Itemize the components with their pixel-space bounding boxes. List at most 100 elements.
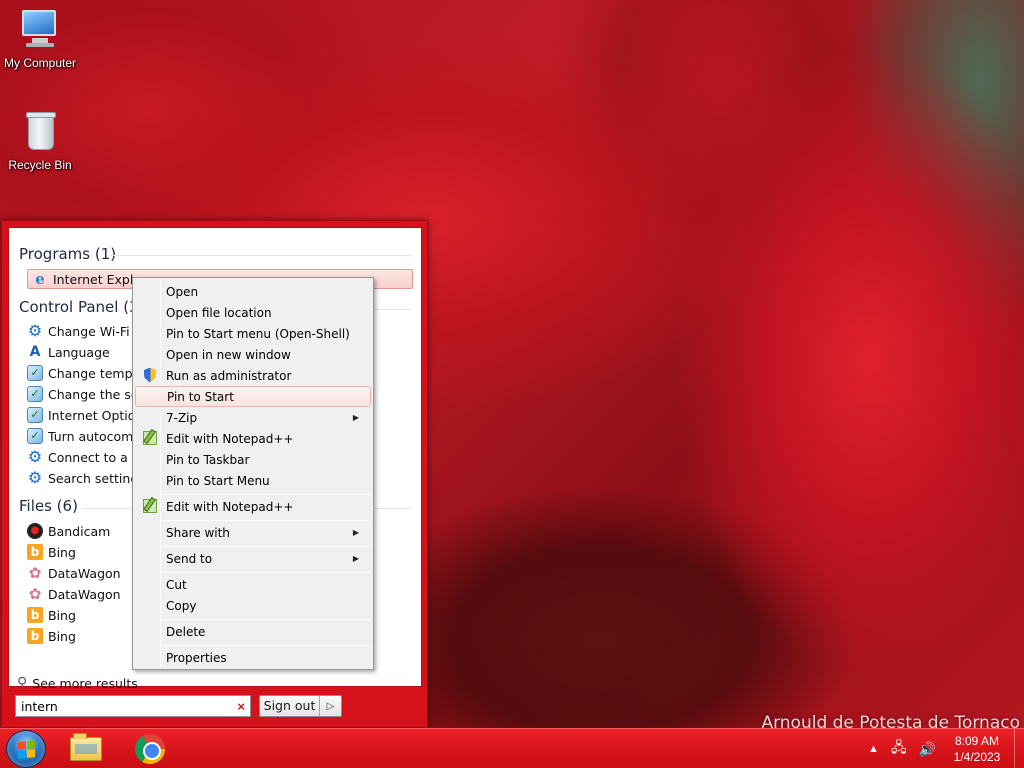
control-panel-icon: ✓ xyxy=(27,407,43,423)
uac-shield-icon xyxy=(142,367,158,383)
show-desktop-button[interactable] xyxy=(1014,729,1024,768)
notepad-plus-plus-icon xyxy=(142,498,158,514)
menu-item-label: Cut xyxy=(166,577,187,592)
network-icon[interactable]: 🖧 xyxy=(891,737,907,761)
datawagon-icon: ✿ xyxy=(28,585,42,603)
menu-separator xyxy=(163,520,370,521)
chrome-icon xyxy=(135,734,165,764)
control-panel-icon: ✓ xyxy=(27,428,43,444)
volume-icon[interactable]: 🔊 xyxy=(919,741,936,758)
menu-item-pin-start-menu-open-shell[interactable]: Pin to Start menu (Open-Shell) xyxy=(135,323,371,344)
menu-item-label: Open xyxy=(166,284,199,299)
menu-item-open-new-window[interactable]: Open in new window xyxy=(135,344,371,365)
files-heading: Files (6) xyxy=(19,497,78,515)
submenu-arrow-icon: ▶ xyxy=(352,413,359,422)
see-more-label: See more results xyxy=(32,675,138,691)
menu-item-open-file-location[interactable]: Open file location xyxy=(135,302,371,323)
shutdown-options-arrow-icon[interactable]: ▷ xyxy=(320,701,341,712)
result-label: Bing xyxy=(48,628,76,644)
system-tray: ▲ 🖧 🔊 8:09 AM 1/4/2023 xyxy=(862,729,1024,768)
menu-item-edit-notepad-plus-plus[interactable]: Edit with Notepad++ xyxy=(135,496,371,517)
result-label: Bandicam xyxy=(48,523,111,539)
context-menu: Open Open file location Pin to Start men… xyxy=(132,277,374,670)
result-label: Bing xyxy=(48,607,76,623)
menu-item-delete[interactable]: Delete xyxy=(135,621,371,642)
programs-heading: Programs (1) xyxy=(19,245,117,263)
sign-out-button[interactable]: Sign out xyxy=(260,696,320,716)
gear-icon: ⚙ xyxy=(27,468,43,487)
menu-item-label: Share with xyxy=(166,525,230,540)
computer-icon xyxy=(18,8,62,52)
search-icon: ⚲ xyxy=(17,675,28,691)
gear-icon: ⚙ xyxy=(27,447,43,466)
menu-item-label: Run as administrator xyxy=(166,368,292,383)
desktop-icon-label: Recycle Bin xyxy=(8,158,72,172)
menu-item-cut[interactable]: Cut xyxy=(135,574,371,595)
start-search-box[interactable]: × xyxy=(15,695,251,717)
menu-item-open[interactable]: Open xyxy=(135,281,371,302)
search-input[interactable] xyxy=(21,698,238,714)
notepad-plus-plus-icon xyxy=(142,430,158,446)
recycle-bin-icon xyxy=(18,110,62,154)
bandicam-icon: ● xyxy=(27,523,43,539)
menu-item-pin-to-start[interactable]: Pin to Start xyxy=(135,386,371,407)
menu-item-pin-to-start-menu[interactable]: Pin to Start Menu xyxy=(135,470,371,491)
clock-time: 8:09 AM xyxy=(954,734,1000,748)
menu-separator xyxy=(163,494,370,495)
internet-explorer-icon: e xyxy=(35,270,45,288)
bing-icon: b xyxy=(27,628,43,644)
result-label: DataWagon xyxy=(48,586,121,602)
control-panel-icon: ✓ xyxy=(27,386,43,402)
result-label: Language xyxy=(48,344,110,360)
menu-item-label: Delete xyxy=(166,624,206,639)
submenu-arrow-icon: ▶ xyxy=(352,554,359,563)
result-label: Search settings xyxy=(48,470,145,486)
menu-item-pin-to-taskbar[interactable]: Pin to Taskbar xyxy=(135,449,371,470)
taskbar-file-explorer[interactable] xyxy=(64,732,108,766)
desktop-icon-recycle-bin[interactable]: Recycle Bin xyxy=(0,110,80,172)
menu-item-label: Copy xyxy=(166,598,197,613)
control-panel-icon: ✓ xyxy=(27,365,43,381)
menu-item-7zip[interactable]: 7-Zip ▶ xyxy=(135,407,371,428)
taskbar-chrome[interactable] xyxy=(128,732,172,766)
menu-item-send-to[interactable]: Send to ▶ xyxy=(135,548,371,569)
clock[interactable]: 8:09 AM 1/4/2023 xyxy=(942,733,1012,765)
language-icon: A xyxy=(29,344,41,360)
desktop-icon-label: My Computer xyxy=(3,56,77,70)
windows-logo-icon xyxy=(18,740,36,759)
menu-item-label: Edit with Notepad++ xyxy=(166,431,294,446)
submenu-arrow-icon: ▶ xyxy=(352,528,359,537)
clock-date: 1/4/2023 xyxy=(953,750,1001,764)
desktop-icon-my-computer[interactable]: My Computer xyxy=(0,8,80,70)
see-more-results-link[interactable]: ⚲ See more results xyxy=(17,675,138,691)
result-label: DataWagon xyxy=(48,565,121,581)
menu-item-run-as-administrator[interactable]: Run as administrator xyxy=(135,365,371,386)
menu-separator xyxy=(163,546,370,547)
menu-item-edit-notepad-plus-plus[interactable]: Edit with Notepad++ xyxy=(135,428,371,449)
menu-item-label: Pin to Start xyxy=(167,389,234,404)
menu-item-label: Open file location xyxy=(166,305,272,320)
divider xyxy=(109,255,411,256)
clear-search-icon[interactable]: × xyxy=(237,699,245,714)
menu-item-label: Pin to Start Menu xyxy=(166,473,270,488)
menu-item-share-with[interactable]: Share with ▶ xyxy=(135,522,371,543)
menu-separator xyxy=(163,619,370,620)
datawagon-icon: ✿ xyxy=(28,564,42,582)
menu-item-copy[interactable]: Copy xyxy=(135,595,371,616)
menu-item-label: Properties xyxy=(166,650,227,665)
result-label: Bing xyxy=(48,544,76,560)
sign-out-split-button[interactable]: Sign out ▷ xyxy=(259,695,342,717)
menu-item-label: Send to xyxy=(166,551,213,566)
gear-icon: ⚙ xyxy=(27,321,43,340)
taskbar: ▲ 🖧 🔊 8:09 AM 1/4/2023 xyxy=(0,728,1024,768)
menu-item-label: Pin to Start menu (Open-Shell) xyxy=(166,326,350,341)
menu-item-properties[interactable]: Properties xyxy=(135,647,371,668)
menu-item-label: Open in new window xyxy=(166,347,291,362)
bing-icon: b xyxy=(27,544,43,560)
start-button[interactable] xyxy=(6,730,46,768)
menu-item-label: Pin to Taskbar xyxy=(166,452,250,467)
bing-icon: b xyxy=(27,607,43,623)
menu-separator xyxy=(163,572,370,573)
show-hidden-icons-icon[interactable]: ▲ xyxy=(868,743,879,755)
file-explorer-icon xyxy=(70,733,102,761)
